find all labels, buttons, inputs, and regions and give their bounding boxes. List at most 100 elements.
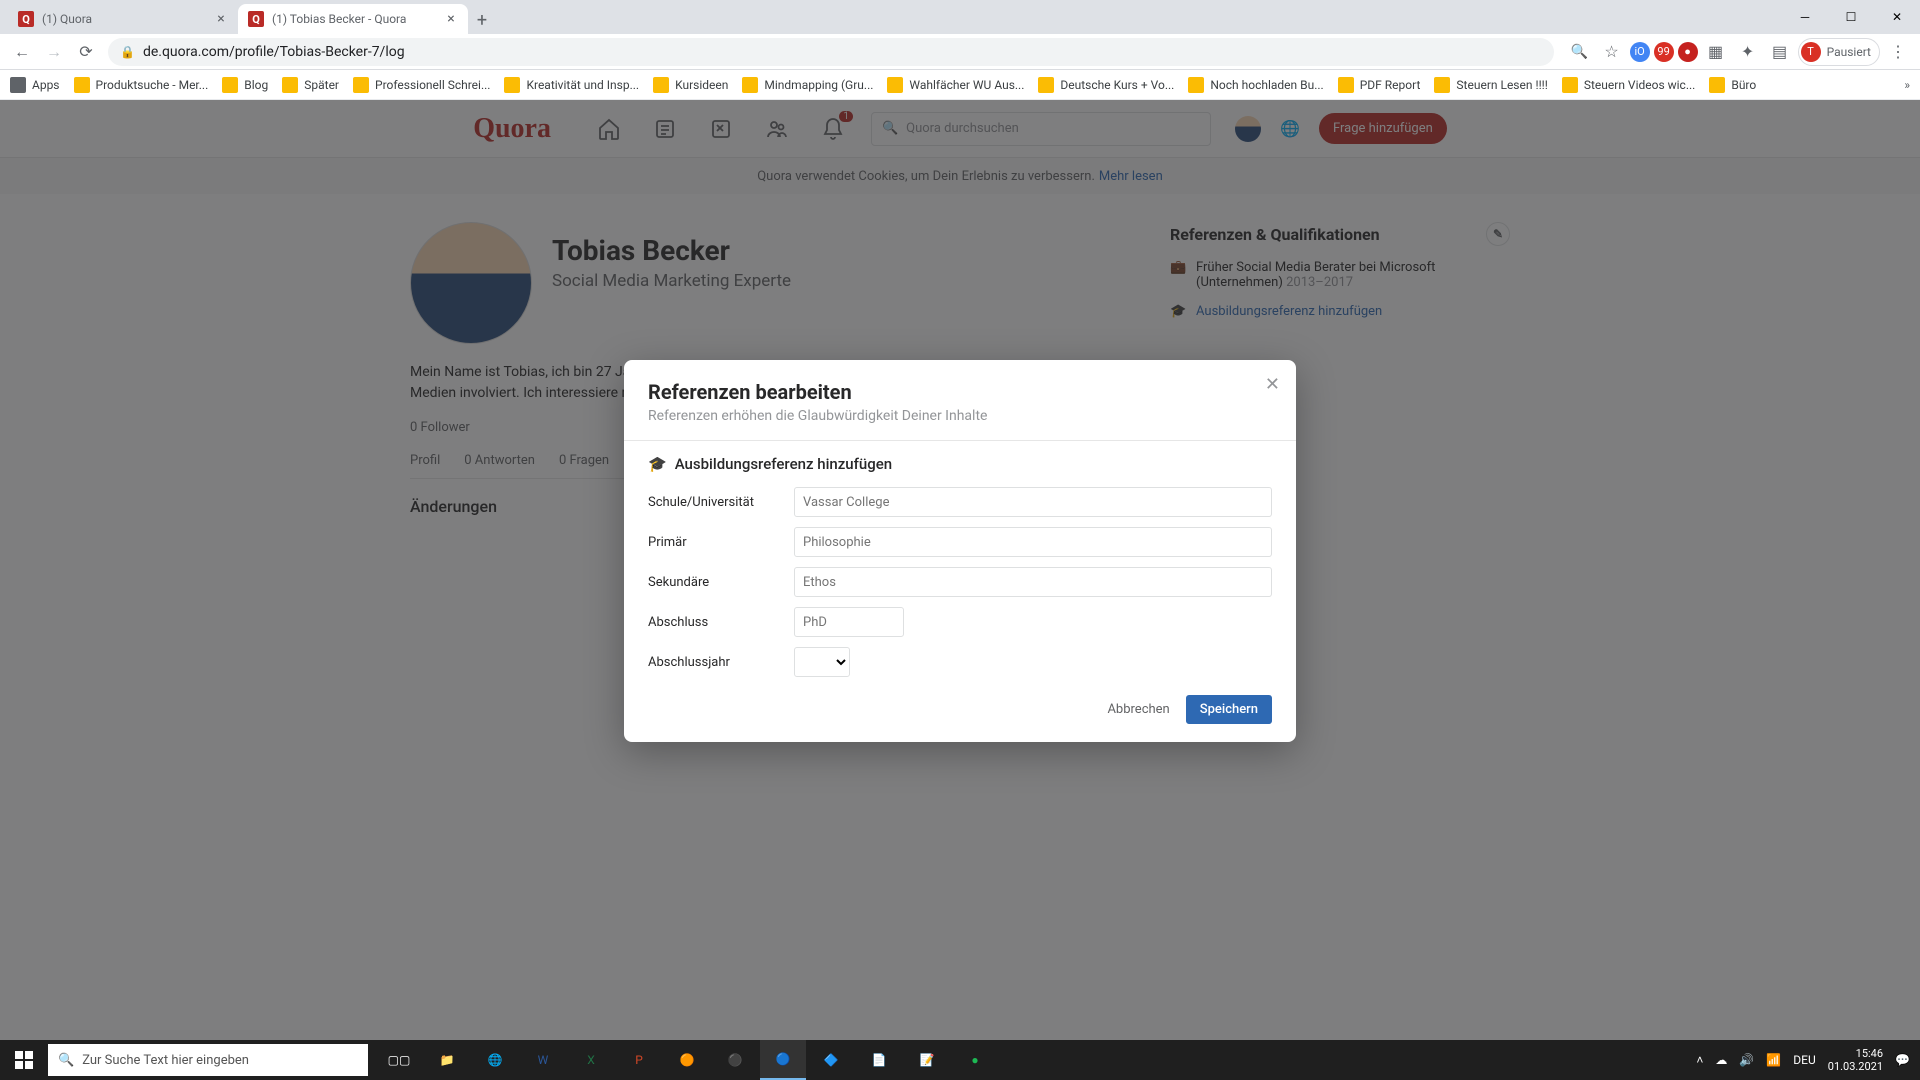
wifi-icon[interactable]: 📶 [1766,1053,1781,1067]
new-tab-button[interactable]: + [468,6,496,34]
apps-icon [10,77,26,93]
url-input[interactable]: 🔒 de.quora.com/profile/Tobias-Becker-7/l… [108,38,1554,66]
save-button[interactable]: Speichern [1186,695,1272,724]
graduation-icon: 🎓 [648,455,667,473]
address-bar: ← → ⟳ 🔒 de.quora.com/profile/Tobias-Beck… [0,34,1920,70]
bookmark-item[interactable]: Später [282,77,339,93]
extension-icon[interactable]: iO [1630,42,1650,62]
zoom-icon[interactable]: 🔍 [1566,38,1594,66]
folder-icon [1562,77,1578,93]
primary-input[interactable] [794,527,1272,557]
extension-icon[interactable]: ▦ [1702,38,1730,66]
bookmark-item[interactable]: Büro [1709,77,1756,93]
quora-favicon: Q [18,11,34,27]
start-button[interactable] [0,1040,48,1080]
folder-icon [282,77,298,93]
primary-label: Primär [648,535,794,550]
task-view-icon[interactable]: ▢▢ [376,1040,422,1080]
folder-icon [353,77,369,93]
bookmarks-overflow[interactable]: » [1904,78,1910,92]
folder-icon [1434,77,1450,93]
modal-subtitle: Referenzen erhöhen die Glaubwürdigkeit D… [648,408,1272,424]
action-center-icon[interactable]: 💬 [1895,1053,1910,1067]
taskbar-apps: ▢▢ 📁 🌐 W X P 🟠 ⚫ 🔵 🔷 📄 📝 ● [376,1040,998,1080]
bookmarks-bar: Apps Produktsuche - Mer... Blog Später P… [0,70,1920,100]
modal-overlay[interactable]: ✕ Referenzen bearbeiten Referenzen erhöh… [0,100,1920,1040]
bookmark-item[interactable]: Noch hochladen Bu... [1188,77,1323,93]
bookmark-item[interactable]: Steuern Videos wic... [1562,77,1695,93]
bookmark-apps[interactable]: Apps [10,77,60,93]
volume-icon[interactable]: 🔊 [1739,1053,1754,1067]
close-icon[interactable]: ✕ [1265,374,1280,395]
reload-button[interactable]: ⟳ [72,38,100,66]
secondary-input[interactable] [794,567,1272,597]
maximize-button[interactable]: ☐ [1828,0,1874,34]
folder-icon [74,77,90,93]
browser-tab[interactable]: Q (1) Quora × [8,4,238,34]
bookmark-item[interactable]: Deutsche Kurs + Vo... [1038,77,1174,93]
onedrive-icon[interactable]: ☁ [1715,1053,1727,1067]
bookmark-item[interactable]: Wahlfächer WU Aus... [887,77,1024,93]
browser-menu-icon[interactable]: ⋮ [1884,38,1912,66]
edit-credentials-modal: ✕ Referenzen bearbeiten Referenzen erhöh… [624,360,1296,742]
school-input[interactable] [794,487,1272,517]
bookmark-item[interactable]: Kreativität und Insp... [504,77,639,93]
folder-icon [504,77,520,93]
tray-chevron-icon[interactable]: ˄ [1696,1053,1703,1067]
bookmark-item[interactable]: Kursideen [653,77,728,93]
app-icon[interactable]: 📄 [856,1040,902,1080]
reading-list-icon[interactable]: ▤ [1766,38,1794,66]
language-indicator[interactable]: DEU [1793,1053,1815,1067]
excel-icon[interactable]: X [568,1040,614,1080]
close-icon[interactable]: × [444,12,458,26]
taskbar-search[interactable]: 🔍 Zur Suche Text hier eingeben [48,1044,368,1076]
close-icon[interactable]: × [214,12,228,26]
app-icon[interactable]: 🟠 [664,1040,710,1080]
cancel-button[interactable]: Abbrechen [1107,702,1169,717]
profile-chip[interactable]: T Pausiert [1798,38,1880,66]
edge-icon[interactable]: 🔷 [808,1040,854,1080]
word-icon[interactable]: W [520,1040,566,1080]
bookmark-item[interactable]: PDF Report [1338,77,1421,93]
quora-favicon: Q [248,11,264,27]
taskbar-clock[interactable]: 15:46 01.03.2021 [1828,1047,1883,1073]
bookmark-item[interactable]: Steuern Lesen !!!! [1434,77,1547,93]
folder-icon [1188,77,1204,93]
secondary-label: Sekundäre [648,575,794,590]
minimize-button[interactable]: ─ [1782,0,1828,34]
folder-icon [1709,77,1725,93]
obs-icon[interactable]: ⚫ [712,1040,758,1080]
spotify-icon[interactable]: ● [952,1040,998,1080]
forward-button[interactable]: → [40,38,68,66]
lock-icon: 🔒 [120,45,135,59]
extension-icon[interactable]: ● [1678,42,1698,62]
page-viewport: Quora 1 🔍 Quora durchsuchen 🌐 Frage hinz… [0,100,1920,1040]
bookmark-item[interactable]: Mindmapping (Gru... [742,77,873,93]
explorer-icon[interactable]: 📁 [424,1040,470,1080]
browser-tab-active[interactable]: Q (1) Tobias Becker - Quora × [238,4,468,34]
folder-icon [887,77,903,93]
bookmark-item[interactable]: Blog [222,77,268,93]
folder-icon [1038,77,1054,93]
search-icon: 🔍 [58,1053,74,1068]
degree-label: Abschluss [648,615,794,630]
degree-input[interactable] [794,607,904,637]
extension-icon[interactable]: 99 [1654,42,1674,62]
chrome-icon[interactable]: 🔵 [760,1040,806,1080]
extensions-menu-icon[interactable]: ✦ [1734,38,1762,66]
credential-form: Schule/Universität Primär Sekundäre Absc… [648,487,1272,677]
school-label: Schule/Universität [648,495,794,510]
back-button[interactable]: ← [8,38,36,66]
notepad-icon[interactable]: 📝 [904,1040,950,1080]
edge-legacy-icon[interactable]: 🌐 [472,1040,518,1080]
bookmark-item[interactable]: Produktsuche - Mer... [74,77,209,93]
close-window-button[interactable]: ✕ [1874,0,1920,34]
year-select[interactable] [794,647,850,677]
bookmark-item[interactable]: Professionell Schrei... [353,77,490,93]
profile-state: Pausiert [1827,45,1871,59]
star-icon[interactable]: ☆ [1598,38,1626,66]
modal-section-heading: 🎓 Ausbildungsreferenz hinzufügen [648,455,1272,473]
folder-icon [653,77,669,93]
powerpoint-icon[interactable]: P [616,1040,662,1080]
window-controls: ─ ☐ ✕ [1782,0,1920,34]
